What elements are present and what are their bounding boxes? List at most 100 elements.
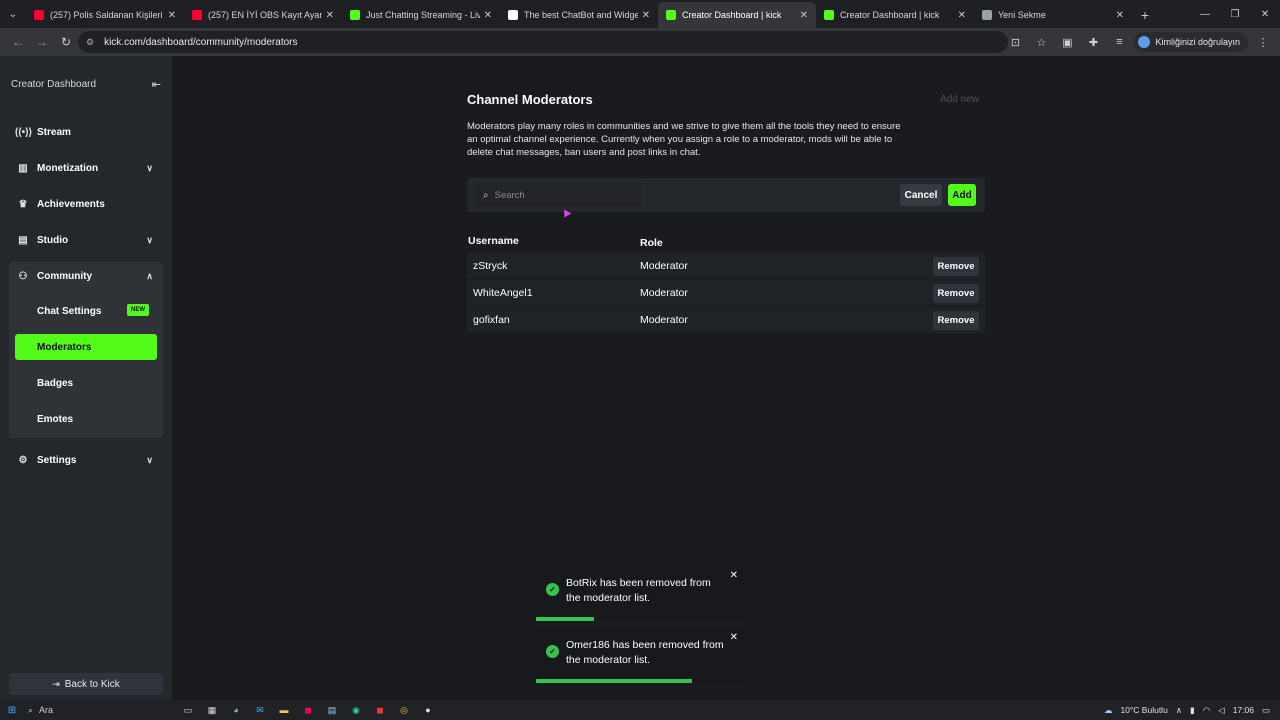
notification-toast: ✓ Omer186 has been removed from the moder… (536, 628, 744, 683)
profile-label: Kimliğinizi doğrulayın (1155, 37, 1240, 47)
browser-tab[interactable]: (257) EN İYİ OBS Kayıt Ayarı Na ✕ (184, 2, 342, 28)
cancel-button[interactable]: Cancel (900, 184, 942, 206)
column-header-username: Username (468, 235, 519, 247)
favicon-icon (508, 10, 518, 20)
taskbar-search[interactable]: ⌕ Ara (24, 705, 174, 716)
sidebar-item-label: Settings (37, 454, 77, 466)
add-new-button[interactable]: Add new (940, 94, 979, 105)
tab-title: Just Chatting Streaming - Live (366, 10, 480, 20)
windows-start-icon[interactable]: ⊞ (0, 705, 24, 716)
clock[interactable]: 17:06 (1233, 705, 1254, 715)
browser-tab[interactable]: The best ChatBot and Widgets ✕ (500, 2, 658, 28)
maximize-icon[interactable]: ❐ (1220, 0, 1250, 28)
tab-search-chevron-icon[interactable]: ⌄ (0, 0, 26, 28)
translate-icon[interactable]: ⊡ (1004, 31, 1026, 53)
chrome-icon[interactable]: ◎ (396, 703, 412, 717)
moderators-table: zStryck Moderator Remove WhiteAngel1 Moderat… (467, 253, 985, 334)
chevron-up-icon[interactable]: ∧ (1176, 705, 1182, 716)
mail-icon[interactable]: ✉ (252, 703, 268, 717)
sidebar-item-monetization[interactable]: ▥ Monetization ∨ (15, 155, 157, 181)
address-bar[interactable]: ⚙ kick.com/dashboard/community/moderator… (78, 31, 1008, 53)
close-tab-icon[interactable]: ✕ (800, 10, 808, 21)
browser-menu-icon[interactable]: ⋮ (1252, 31, 1274, 53)
network-icon[interactable]: ◠ (1203, 705, 1210, 716)
back-arrow-icon[interactable]: ← (6, 30, 30, 54)
toast-message: BotRix has been removed from the moderat… (566, 577, 711, 604)
close-window-icon[interactable]: ✕ (1250, 0, 1280, 28)
profile-button[interactable]: Kimliğinizi doğrulayın (1134, 32, 1248, 52)
close-tab-icon[interactable]: ✕ (1116, 10, 1124, 21)
close-tab-icon[interactable]: ✕ (958, 10, 966, 21)
sidebar: Creator Dashboard ⇤ ((•)) Stream ▥ Monet… (0, 56, 172, 700)
sidebar-item-emotes[interactable]: Emotes (15, 406, 157, 432)
copilot-icon[interactable]: ◕ (228, 703, 244, 717)
sidebar-item-badges[interactable]: Badges (15, 370, 157, 396)
sidebar-item-label: Emotes (37, 413, 74, 425)
close-toast-icon[interactable]: ✕ (730, 632, 738, 643)
notification-toast: ✓ BotRix has been removed from the modera… (536, 566, 744, 621)
reading-list-icon[interactable]: ≡ (1108, 31, 1130, 53)
sidebar-item-moderators[interactable]: Moderators (15, 334, 157, 360)
notes-icon[interactable]: ▤ (324, 703, 340, 717)
url-text: kick.com/dashboard/community/moderators (104, 36, 298, 48)
browser-tab[interactable]: (257) Polis Saldanan Kişileri Bul ✕ (26, 2, 184, 28)
browser-tab[interactable]: Creator Dashboard | kick ✕ (816, 2, 974, 28)
file-explorer-icon[interactable]: ▬ (276, 703, 292, 717)
add-moderator-bar: ⌕ Search Cancel Add (467, 178, 985, 212)
app-icon[interactable]: ◼ (372, 703, 388, 717)
users-icon: ⚇ (18, 270, 28, 282)
widgets-icon[interactable]: ▦ (204, 703, 220, 717)
close-toast-icon[interactable]: ✕ (730, 570, 738, 581)
back-to-kick-button[interactable]: ⇥ Back to Kick (9, 673, 163, 695)
browser-tab[interactable]: Just Chatting Streaming - Live ✕ (342, 2, 500, 28)
battery-icon[interactable]: ▮ (1190, 705, 1195, 716)
close-tab-icon[interactable]: ✕ (484, 10, 492, 21)
chart-icon: ▥ (18, 162, 28, 174)
minimize-icon[interactable]: — (1190, 0, 1220, 28)
reload-icon[interactable]: ↻ (54, 30, 78, 54)
remove-moderator-button[interactable]: Remove (933, 284, 979, 303)
sidebar-item-stream[interactable]: ((•)) Stream (15, 119, 157, 145)
search-icon: ⌕ (28, 704, 34, 715)
task-view-icon[interactable]: ▭ (180, 703, 196, 717)
sidebar-item-settings[interactable]: ⚙ Settings ∨ (15, 447, 157, 473)
close-tab-icon[interactable]: ✕ (168, 10, 176, 21)
browser-tab[interactable]: Creator Dashboard | kick ✕ (658, 2, 816, 28)
forward-arrow-icon[interactable]: → (30, 30, 54, 54)
search-input[interactable]: ⌕ Search (475, 183, 641, 207)
site-info-icon[interactable]: ⚙ (86, 37, 94, 48)
puzzle-extensions-icon[interactable]: ✚ (1082, 31, 1104, 53)
favicon-icon (824, 10, 834, 20)
taskbar-apps: ▭ ▦ ◕ ✉ ▬ ◼ ▤ ◉ ◼ ◎ ● (180, 703, 436, 717)
obs-icon[interactable]: ● (420, 703, 436, 717)
bookmark-star-icon[interactable]: ☆ (1030, 31, 1052, 53)
table-row: WhiteAngel1 Moderator Remove (467, 280, 985, 307)
app-icon[interactable]: ◼ (300, 703, 316, 717)
collapse-sidebar-icon[interactable]: ⇤ (152, 78, 161, 91)
sidebar-title: Creator Dashboard (11, 79, 97, 90)
volume-icon[interactable]: ◁ (1218, 705, 1225, 716)
sidebar-item-label: Stream (37, 126, 71, 138)
extension-icon[interactable]: ▣ (1056, 31, 1078, 53)
browser-tab[interactable]: Yeni Sekme ✕ (974, 2, 1132, 28)
chevron-down-icon: ∨ (146, 162, 153, 173)
sidebar-item-community[interactable]: ⚇ Community ∧ (15, 263, 157, 289)
remove-moderator-button[interactable]: Remove (933, 257, 979, 276)
weather-text[interactable]: 10°C Bulutlu (1120, 705, 1167, 715)
gear-icon: ⚙ (18, 454, 28, 466)
sidebar-item-achievements[interactable]: ♛ Achievements (15, 191, 157, 217)
notifications-icon[interactable]: ▭ (1262, 705, 1270, 716)
edge-icon[interactable]: ◉ (348, 703, 364, 717)
favicon-icon (34, 10, 44, 20)
moderator-role: Moderator (640, 314, 688, 326)
sidebar-item-chat-settings[interactable]: Chat Settings NEW (15, 298, 157, 324)
add-button[interactable]: Add (948, 184, 976, 206)
tab-title: (257) EN İYİ OBS Kayıt Ayarı Na (208, 10, 322, 20)
sidebar-item-studio[interactable]: ▤ Studio ∨ (15, 227, 157, 253)
close-tab-icon[interactable]: ✕ (642, 10, 650, 21)
windows-taskbar: ⊞ ⌕ Ara ▭ ▦ ◕ ✉ ▬ ◼ ▤ ◉ ◼ ◎ ● ☁ 10°C Bul… (0, 700, 1280, 720)
remove-moderator-button[interactable]: Remove (933, 311, 979, 330)
moderator-role: Moderator (640, 260, 688, 272)
close-tab-icon[interactable]: ✕ (326, 10, 334, 21)
new-tab-button[interactable]: + (1132, 2, 1158, 28)
